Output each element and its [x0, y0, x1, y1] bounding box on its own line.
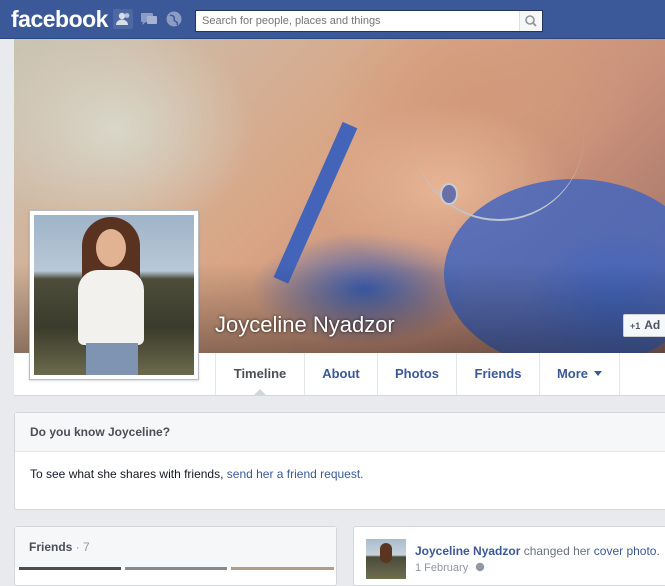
friend-requests-icon[interactable]	[113, 9, 133, 29]
search-button[interactable]	[519, 11, 542, 31]
profile-name[interactable]: Joyceline Nyadzor	[215, 312, 395, 338]
add-friend-button[interactable]: +1 Ad	[623, 314, 665, 337]
friends-count: · 7	[75, 540, 90, 554]
do-you-know-card: Do you know Joyceline? To see what she s…	[14, 412, 665, 510]
do-you-know-title: Do you know Joyceline?	[15, 413, 665, 452]
tab-photos[interactable]: Photos	[377, 353, 456, 395]
chevron-down-icon	[594, 371, 603, 376]
cover-photo-detail	[273, 121, 431, 317]
send-friend-request-link[interactable]: send her a friend request.	[227, 467, 364, 481]
globe-icon	[476, 562, 485, 572]
facebook-logo[interactable]: facebook	[11, 6, 108, 33]
profile-picture[interactable]	[29, 210, 199, 380]
cover-photo-link[interactable]: cover photo.	[594, 544, 660, 558]
search-box[interactable]	[195, 10, 543, 32]
search-icon	[525, 15, 537, 27]
friends-box-header[interactable]: Friends · 7	[15, 527, 336, 567]
friends-box-title: Friends	[29, 540, 73, 554]
notifications-globe-icon[interactable]	[164, 9, 184, 29]
add-friend-label: Ad	[644, 318, 661, 332]
story-date[interactable]: 1 February	[415, 562, 485, 574]
story-text: Joyceline Nyadzor changed her cover phot…	[415, 544, 660, 558]
messages-icon[interactable]	[139, 9, 159, 29]
profile-photo-image	[34, 215, 194, 375]
story-avatar[interactable]	[366, 539, 406, 579]
do-you-know-text: To see what she shares with friends, sen…	[30, 467, 364, 481]
tab-friends[interactable]: Friends	[456, 353, 539, 395]
top-bar: facebook	[0, 0, 665, 39]
add-friend-icon: +1	[630, 321, 641, 331]
tab-timeline[interactable]: Timeline	[215, 353, 304, 396]
tab-about[interactable]: About	[304, 353, 377, 395]
tab-more[interactable]: More	[539, 353, 620, 395]
timeline-story: Joyceline Nyadzor changed her cover phot…	[353, 526, 665, 586]
story-actor-link[interactable]: Joyceline Nyadzor	[415, 544, 520, 558]
cover-photo-detail	[440, 183, 458, 205]
friends-box: Friends · 7	[14, 526, 337, 586]
search-input[interactable]	[196, 11, 528, 31]
